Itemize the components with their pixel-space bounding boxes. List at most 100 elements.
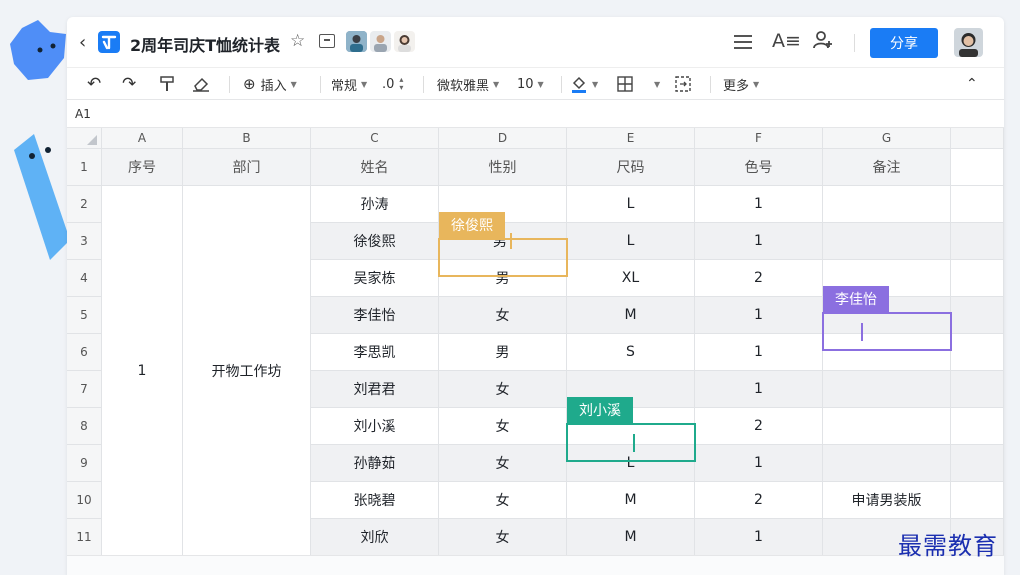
row-header[interactable]: 3 bbox=[67, 223, 102, 260]
header-cell[interactable]: 性别 bbox=[439, 149, 567, 186]
decimal-stepper[interactable]: .0 ▴ ▾ bbox=[382, 75, 403, 93]
row-header[interactable]: 11 bbox=[67, 519, 102, 556]
font-family-select[interactable]: 微软雅黑 ▼ bbox=[437, 75, 499, 94]
table-cell[interactable]: 1 bbox=[695, 223, 823, 260]
table-cell[interactable]: M bbox=[567, 519, 695, 556]
row-header[interactable]: 7 bbox=[67, 371, 102, 408]
column-header[interactable]: E bbox=[567, 128, 695, 149]
table-cell[interactable]: M bbox=[567, 482, 695, 519]
table-cell[interactable]: 徐俊熙 bbox=[311, 223, 439, 260]
table-cell[interactable] bbox=[951, 260, 1004, 297]
font-size-select[interactable]: 10 ▼ bbox=[517, 75, 544, 93]
font-size-icon[interactable]: A≡ bbox=[772, 30, 801, 52]
column-header[interactable]: A bbox=[102, 128, 183, 149]
eraser-icon[interactable] bbox=[192, 75, 210, 93]
row-header[interactable]: 9 bbox=[67, 445, 102, 482]
table-cell[interactable] bbox=[951, 482, 1004, 519]
header-cell[interactable]: 部门 bbox=[183, 149, 311, 186]
back-chevron-icon[interactable]: ‹ bbox=[79, 32, 86, 53]
row-header[interactable]: 2 bbox=[67, 186, 102, 223]
row-header[interactable]: 1 bbox=[67, 149, 102, 186]
table-cell[interactable] bbox=[823, 334, 951, 371]
add-user-icon[interactable] bbox=[812, 30, 834, 55]
undo-icon[interactable]: ↶ bbox=[87, 74, 101, 94]
table-cell[interactable]: 1 bbox=[695, 334, 823, 371]
menu-icon[interactable] bbox=[734, 35, 752, 49]
cell-name-box[interactable]: A1 bbox=[75, 107, 91, 121]
table-cell[interactable] bbox=[823, 445, 951, 482]
table-cell[interactable]: 李思凯 bbox=[311, 334, 439, 371]
row-header[interactable]: 8 bbox=[67, 408, 102, 445]
table-cell[interactable] bbox=[823, 223, 951, 260]
table-cell[interactable]: 女 bbox=[439, 519, 567, 556]
document-title[interactable]: 2周年司庆T恤统计表 bbox=[130, 32, 280, 56]
table-cell[interactable]: 1 bbox=[695, 519, 823, 556]
column-header-blank[interactable] bbox=[951, 128, 1004, 149]
table-cell[interactable]: XL bbox=[567, 260, 695, 297]
header-cell[interactable]: 姓名 bbox=[311, 149, 439, 186]
merge-cells-icon[interactable] bbox=[675, 75, 691, 93]
collaborator-avatar[interactable] bbox=[370, 31, 391, 52]
table-cell[interactable]: 李佳怡 bbox=[311, 297, 439, 334]
column-header[interactable]: C bbox=[311, 128, 439, 149]
merged-dept-cell[interactable]: 开物工作坊 bbox=[183, 186, 311, 556]
table-cell[interactable]: S bbox=[567, 334, 695, 371]
table-cell[interactable]: 吴家栋 bbox=[311, 260, 439, 297]
header-cell[interactable]: 序号 bbox=[102, 149, 183, 186]
format-painter-icon[interactable] bbox=[159, 75, 175, 93]
table-cell[interactable]: L bbox=[567, 186, 695, 223]
table-cell[interactable]: 刘君君 bbox=[311, 371, 439, 408]
table-cell[interactable] bbox=[951, 223, 1004, 260]
insert-menu[interactable]: ⊕ 插入 ▼ bbox=[243, 75, 297, 94]
table-cell[interactable]: 男 bbox=[439, 260, 567, 297]
column-header[interactable]: D bbox=[439, 128, 567, 149]
table-cell[interactable]: 1 bbox=[695, 445, 823, 482]
row-header[interactable]: 4 bbox=[67, 260, 102, 297]
table-cell[interactable]: L bbox=[567, 223, 695, 260]
column-header[interactable]: G bbox=[823, 128, 951, 149]
table-cell[interactable]: 2 bbox=[695, 260, 823, 297]
row-header[interactable]: 5 bbox=[67, 297, 102, 334]
table-cell[interactable] bbox=[823, 186, 951, 223]
table-cell[interactable] bbox=[951, 408, 1004, 445]
borders-dropdown[interactable]: ▼ bbox=[650, 75, 660, 93]
table-cell[interactable]: 1 bbox=[695, 297, 823, 334]
borders-button[interactable] bbox=[617, 75, 633, 93]
table-cell[interactable]: 1 bbox=[695, 186, 823, 223]
header-cell[interactable]: 尺码 bbox=[567, 149, 695, 186]
column-header[interactable]: F bbox=[695, 128, 823, 149]
table-cell[interactable]: 孙涛 bbox=[311, 186, 439, 223]
table-cell[interactable]: 1 bbox=[695, 371, 823, 408]
table-cell[interactable] bbox=[951, 445, 1004, 482]
share-button[interactable]: 分享 bbox=[870, 28, 938, 58]
select-all-corner[interactable] bbox=[67, 128, 102, 149]
cell[interactable] bbox=[951, 149, 1004, 186]
table-cell[interactable]: 女 bbox=[439, 297, 567, 334]
table-cell[interactable]: 申请男装版 bbox=[823, 482, 951, 519]
collaborator-avatar[interactable] bbox=[346, 31, 367, 52]
table-cell[interactable]: 女 bbox=[439, 371, 567, 408]
header-cell[interactable]: 备注 bbox=[823, 149, 951, 186]
table-cell[interactable]: 男 bbox=[439, 334, 567, 371]
collapse-toolbar-icon[interactable]: ⌃ bbox=[966, 75, 978, 93]
table-cell[interactable] bbox=[951, 297, 1004, 334]
fill-color-button[interactable]: ▼ bbox=[570, 75, 598, 93]
star-icon[interactable]: ☆ bbox=[290, 31, 305, 51]
table-cell[interactable]: 女 bbox=[439, 408, 567, 445]
table-cell[interactable] bbox=[823, 408, 951, 445]
table-cell[interactable] bbox=[951, 334, 1004, 371]
table-cell[interactable]: 2 bbox=[695, 408, 823, 445]
user-avatar[interactable] bbox=[954, 28, 983, 57]
redo-icon[interactable]: ↷ bbox=[122, 74, 136, 94]
merged-seq-cell[interactable]: 1 bbox=[102, 186, 183, 556]
row-header[interactable]: 6 bbox=[67, 334, 102, 371]
row-header[interactable]: 10 bbox=[67, 482, 102, 519]
move-to-folder-icon[interactable] bbox=[319, 34, 335, 48]
collaborator-avatar[interactable] bbox=[394, 31, 415, 52]
table-cell[interactable]: 刘小溪 bbox=[311, 408, 439, 445]
table-cell[interactable] bbox=[823, 371, 951, 408]
table-cell[interactable]: 女 bbox=[439, 445, 567, 482]
number-format-select[interactable]: 常规 ▼ bbox=[331, 75, 367, 94]
table-cell[interactable]: 女 bbox=[439, 482, 567, 519]
table-cell[interactable] bbox=[951, 186, 1004, 223]
